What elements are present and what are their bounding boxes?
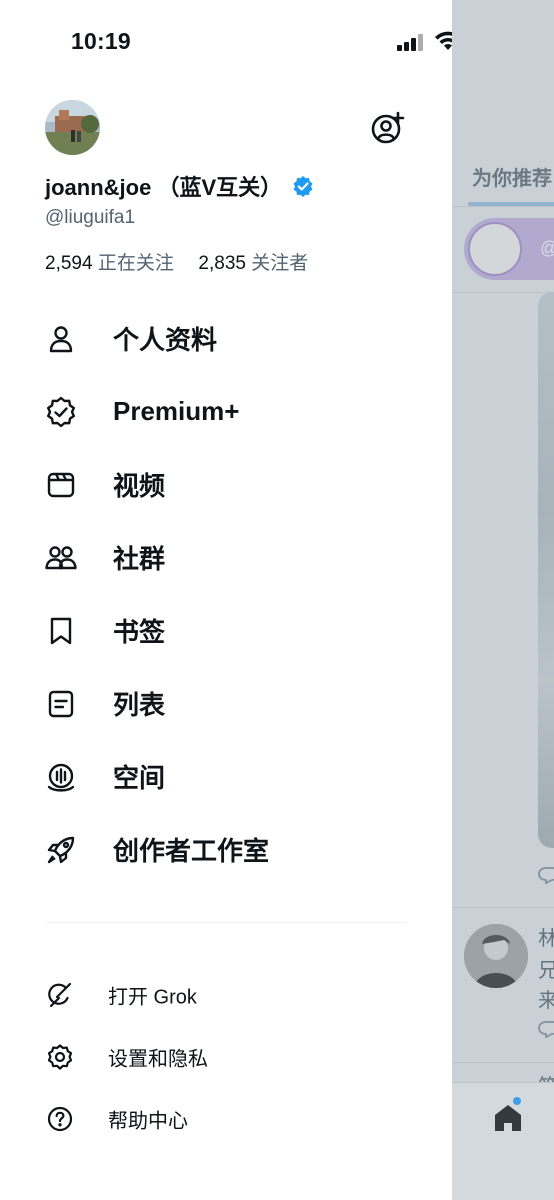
premium-badge-icon: [47, 396, 75, 427]
lists-icon: [48, 690, 74, 717]
menu-item-label: 帮助中心: [108, 1110, 188, 1133]
following-link[interactable]: 2,594 正在关注: [45, 253, 179, 274]
menu-item-label: 书签: [113, 617, 166, 647]
person-icon: [49, 325, 73, 352]
menu-item-creator-studio[interactable]: 创作者工作室: [0, 813, 452, 886]
status-time: 10:19: [71, 28, 131, 54]
profile-handle[interactable]: @liuguifa1: [45, 207, 135, 229]
menu-item-lists[interactable]: 列表: [0, 667, 452, 740]
menu-item-communities[interactable]: 社群: [0, 521, 452, 594]
menu-item-bookmarks[interactable]: 书签: [0, 594, 452, 667]
menu-item-label: 列表: [113, 690, 166, 720]
video-icon: [47, 472, 75, 497]
menu-item-label: 空间: [113, 763, 166, 793]
cellular-signal-icon: [397, 33, 425, 51]
menu-item-label: 创作者工作室: [113, 836, 270, 866]
followers-label: 关注者: [251, 253, 309, 274]
dim-overlay[interactable]: [452, 0, 554, 1200]
status-bar: 10:19 66: [0, 0, 507, 84]
followers-link[interactable]: 2,835 关注者: [198, 253, 308, 274]
menu-item-label: 个人资料: [113, 325, 218, 355]
side-drawer: 10:19 66: [0, 0, 507, 1200]
bookmark-icon: [50, 617, 72, 644]
verified-badge-icon[interactable]: [292, 175, 314, 197]
menu-divider: [45, 922, 407, 923]
display-name-text: joann&joe （蓝V互关）: [45, 175, 283, 200]
menu-item-profile[interactable]: 个人资料: [0, 302, 452, 375]
followers-count: 2,835: [198, 253, 246, 274]
gear-icon: [47, 1044, 73, 1070]
help-icon: [47, 1106, 73, 1132]
following-label: 正在关注: [97, 253, 174, 274]
communities-icon: [45, 545, 77, 569]
add-account-icon[interactable]: [370, 110, 406, 146]
menu-item-premium[interactable]: Premium+: [0, 375, 452, 448]
follow-stats: 2,594 正在关注 2,835 关注者: [45, 248, 308, 275]
menu-item-label: Premium+: [113, 396, 240, 426]
menu-item-open-grok[interactable]: 打开 Grok: [0, 964, 452, 1026]
menu-item-label: 打开 Grok: [108, 986, 197, 1009]
secondary-menu: 打开 Grok 设置和隐私 帮助中心: [0, 964, 452, 1150]
spaces-icon: [47, 763, 75, 792]
following-count: 2,594: [45, 253, 93, 274]
menu-item-help-center[interactable]: 帮助中心: [0, 1088, 452, 1150]
menu-item-label: 视频: [113, 471, 166, 501]
menu-item-video[interactable]: 视频: [0, 448, 452, 521]
menu-item-settings-privacy[interactable]: 设置和隐私: [0, 1026, 452, 1088]
profile-avatar[interactable]: [45, 100, 100, 155]
menu-item-label: 设置和隐私: [108, 1048, 208, 1071]
profile-display-name[interactable]: joann&joe （蓝V互关）: [45, 170, 314, 202]
rocket-icon: [47, 836, 75, 863]
background-feed[interactable]: 为你推荐 @ 林 兄 来 笑: [452, 0, 554, 1200]
grok-icon: [48, 982, 72, 1008]
drawer-menu: 个人资料 Premium+ 视频 社群 书签 列表 空间 创作者工作室: [0, 302, 452, 886]
menu-item-spaces[interactable]: 空间: [0, 740, 452, 813]
menu-item-label: 社群: [113, 544, 166, 574]
